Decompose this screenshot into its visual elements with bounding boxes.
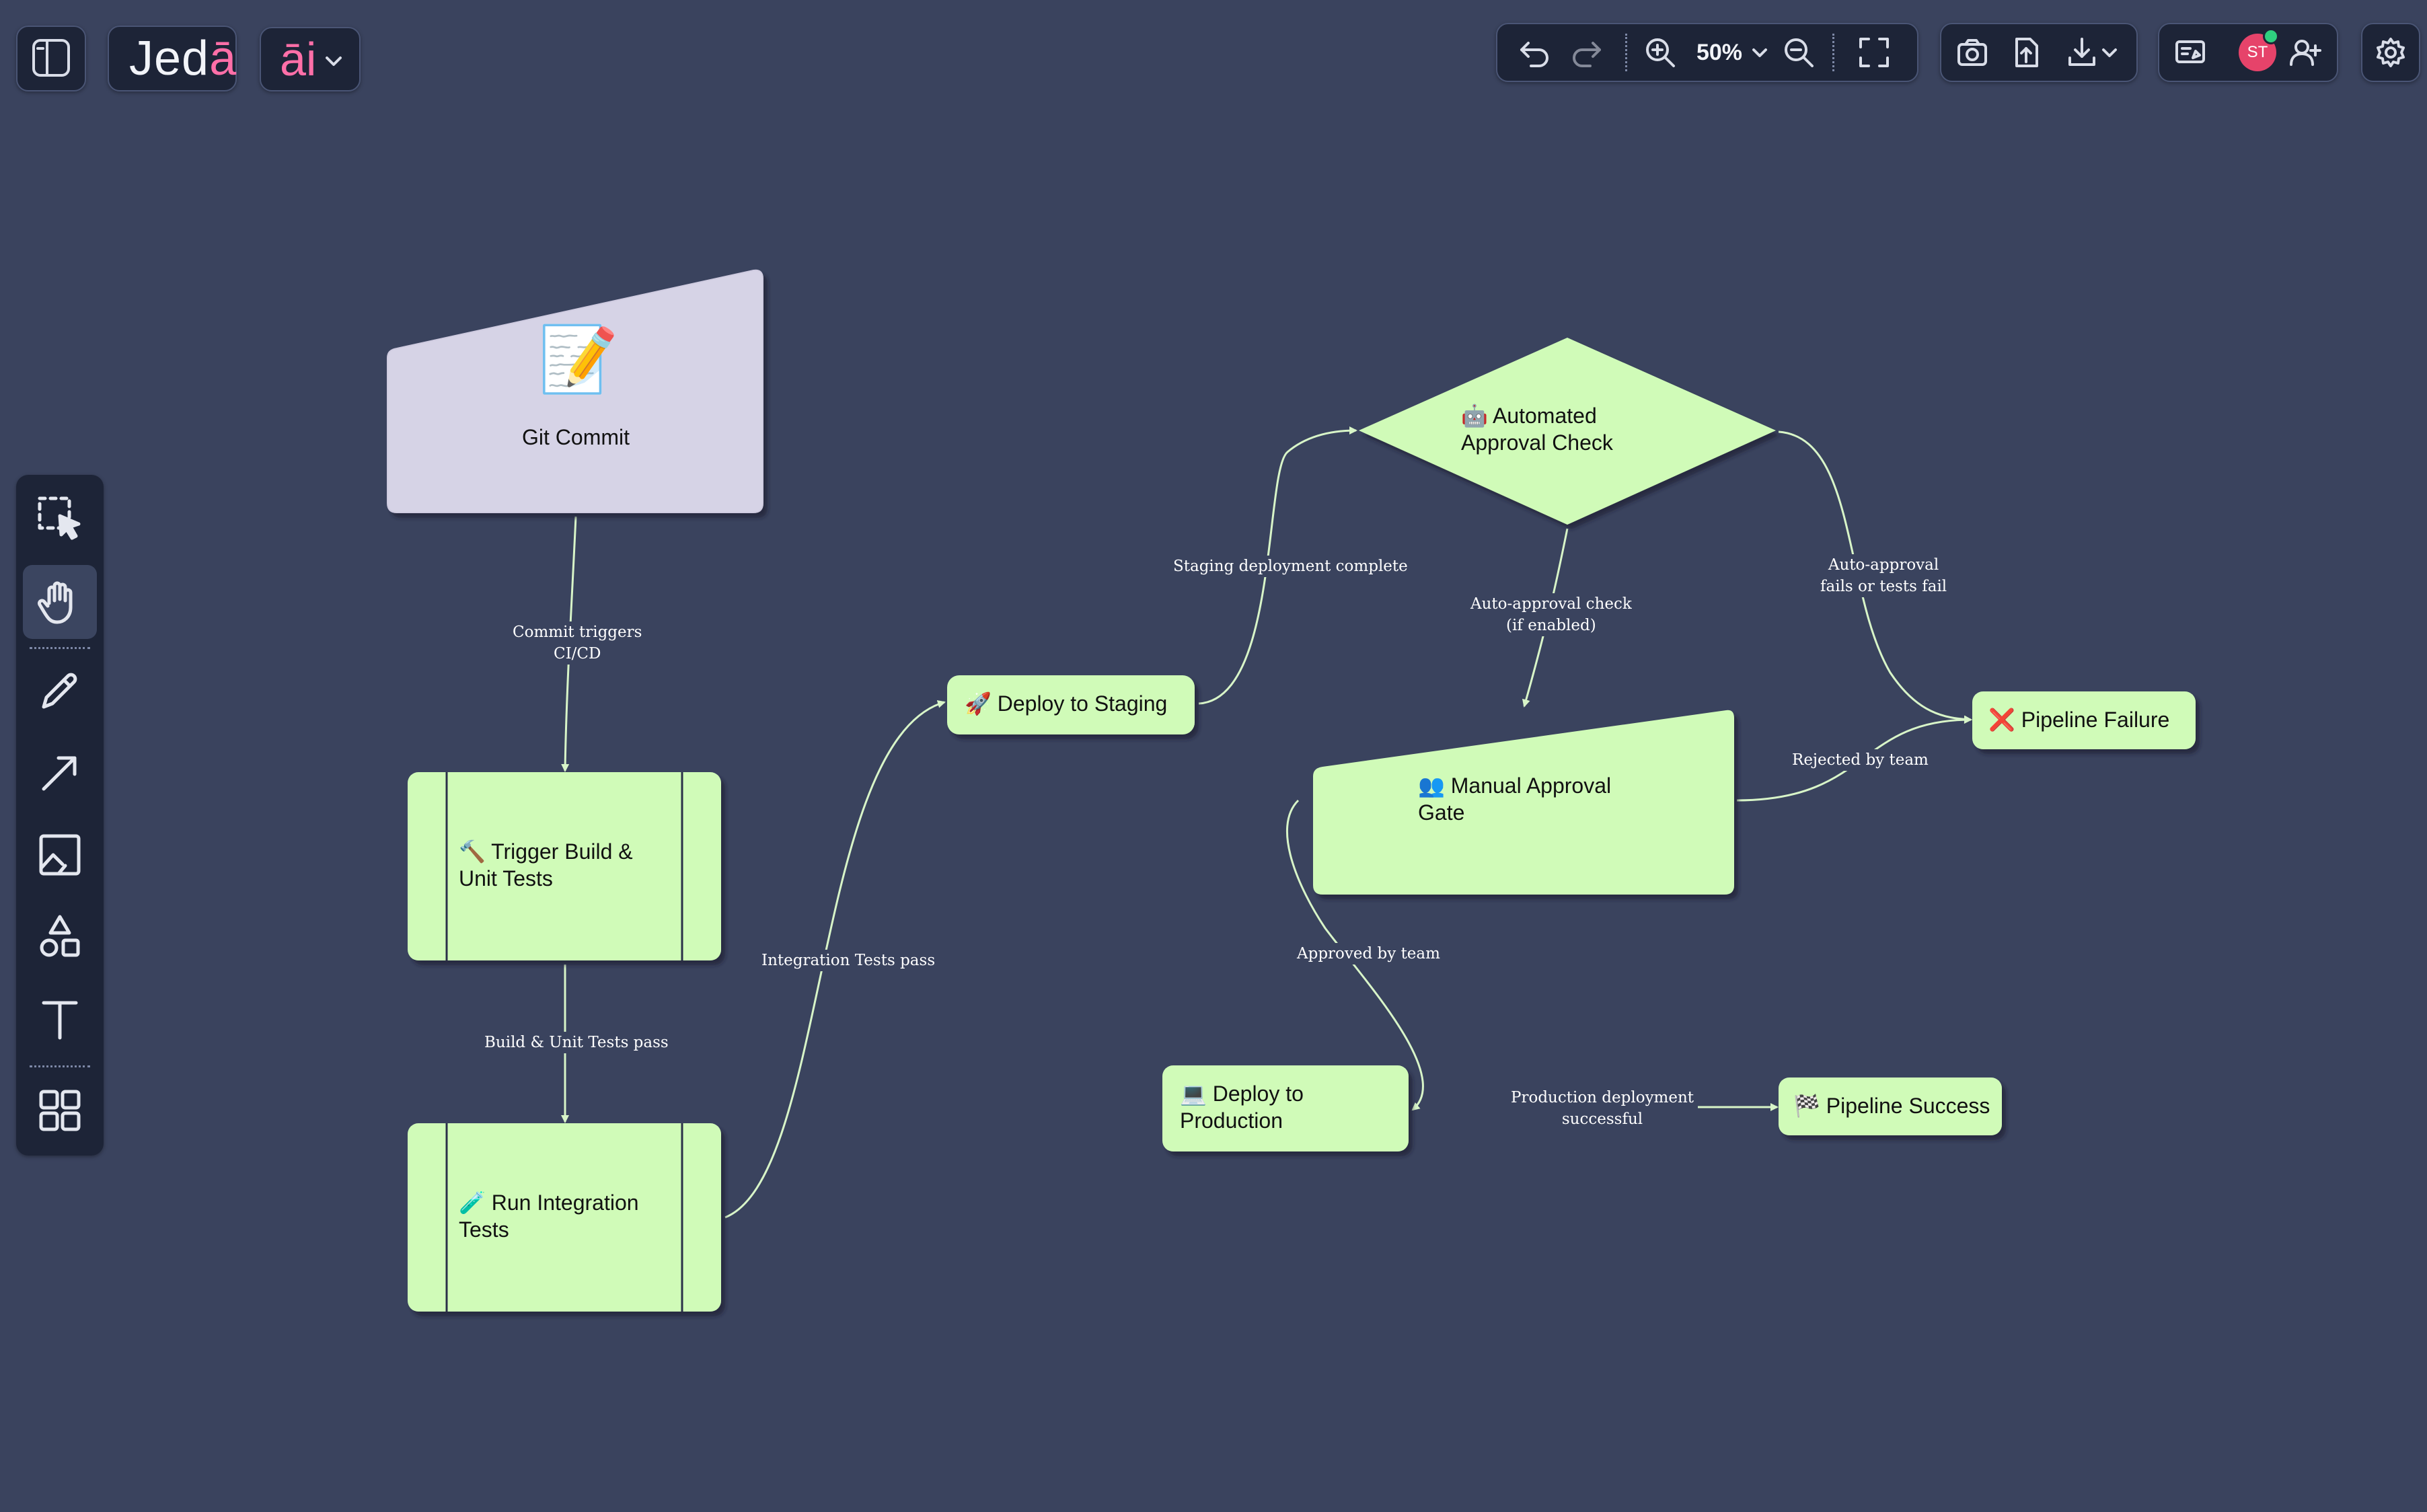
text-tool-button[interactable]	[23, 982, 97, 1056]
chevron-down-icon	[320, 47, 347, 74]
node-git-commit-label: Git Commit	[522, 425, 630, 449]
upload-button[interactable]	[2005, 31, 2048, 74]
zoom-out-button[interactable]	[1777, 31, 1820, 74]
node-pipeline-success-label: 🏁 Pipeline Success	[1793, 1094, 1990, 1118]
git-commit-icon: 📝	[538, 324, 619, 395]
chevron-down-icon	[1749, 42, 1770, 63]
text-icon	[42, 1001, 78, 1040]
settings-button[interactable]	[2361, 23, 2420, 82]
zoom-in-icon	[1646, 38, 1675, 67]
online-status-indicator	[2263, 28, 2279, 44]
toolbar-divider	[30, 1065, 90, 1067]
presentation-button[interactable]	[2169, 31, 2212, 74]
hand-icon	[38, 581, 73, 624]
redo-icon	[1573, 42, 1601, 67]
node-deploy-staging-label: 🚀 Deploy to Staging	[965, 691, 1168, 716]
node-deploy-production-label: 💻 Deploy to Production	[1180, 1082, 1304, 1133]
redo-button[interactable]	[1565, 31, 1608, 74]
undo-button[interactable]	[1514, 31, 1557, 74]
templates-tool-button[interactable]	[23, 1073, 97, 1147]
node-auto-approval-label: 🤖 Automated Approval Check	[1461, 404, 1613, 455]
edge-label-build-pass: Build & Unit Tests pass	[480, 1032, 673, 1053]
zoom-out-icon	[1785, 38, 1814, 67]
sidebar-panel-icon	[27, 34, 75, 82]
history-zoom-toolbar: 50%	[1496, 23, 1918, 82]
node-manual-gate-label: 👥 Manual Approval Gate	[1418, 773, 1612, 825]
image-icon	[39, 834, 81, 876]
edge-label-auto-check: Auto-approval check (if enabled)	[1466, 593, 1636, 636]
tools-toolbar	[16, 475, 104, 1156]
arrow-icon	[42, 756, 77, 791]
brand-name: Jedā	[129, 32, 237, 85]
add-user-icon	[2290, 40, 2321, 66]
collaboration-toolbar: ST	[2158, 23, 2338, 82]
chevron-down-icon	[2102, 48, 2117, 57]
shapes-icon	[40, 915, 80, 957]
toolbar-divider	[1832, 34, 1834, 71]
screenshot-button[interactable]	[1951, 31, 1994, 74]
fullscreen-icon	[1859, 38, 1889, 67]
edge-label-commit-triggers: Commit triggers CI/CD	[509, 621, 646, 665]
brand-logo[interactable]: Jedā	[108, 26, 237, 91]
toolbar-divider	[30, 647, 90, 649]
ai-menu-button[interactable]: āi	[260, 27, 361, 91]
hand-tool-button[interactable]	[23, 565, 97, 639]
node-run-integration-label: 🧪 Run Integration Tests	[459, 1190, 639, 1242]
camera-icon	[1957, 39, 1987, 66]
diagram-canvas[interactable]	[0, 0, 2427, 1512]
fit-to-screen-button[interactable]	[1853, 31, 1896, 74]
presentation-icon	[2175, 40, 2205, 63]
pen-tool-button[interactable]	[23, 654, 97, 728]
image-tool-button[interactable]	[23, 818, 97, 892]
gear-icon	[2369, 31, 2412, 74]
grid-icon	[39, 1090, 81, 1131]
edge-label-rejected: Rejected by team	[1788, 749, 1933, 771]
node-trigger-build-label: 🔨 Trigger Build & Unit Tests	[459, 839, 633, 891]
download-icon	[2068, 38, 2095, 66]
export-toolbar	[1940, 23, 2138, 82]
sidebar-toggle-button[interactable]	[16, 26, 86, 91]
edge-label-auto-fail: Auto-approval fails or tests fail	[1816, 554, 1951, 597]
edge-label-prod-success: Production deployment successful	[1507, 1087, 1698, 1130]
edge-label-integration-pass: Integration Tests pass	[757, 950, 940, 971]
upload-icon	[2015, 38, 2038, 67]
edge-label-staging-complete: Staging deployment complete	[1169, 556, 1412, 577]
zoom-level-value: 50%	[1696, 40, 1743, 65]
ai-label: āi	[280, 33, 317, 85]
select-tool-button[interactable]	[23, 482, 97, 556]
download-dropdown[interactable]	[2057, 31, 2127, 74]
invite-user-button[interactable]	[2284, 31, 2327, 74]
node-pipeline-failure-label: ❌ Pipeline Failure	[1988, 708, 2170, 732]
pencil-icon	[42, 673, 77, 709]
zoom-in-button[interactable]	[1639, 31, 1682, 74]
selection-cursor-icon	[38, 496, 81, 540]
edge-label-approved: Approved by team	[1293, 943, 1444, 965]
toolbar-divider	[1625, 34, 1627, 71]
zoom-level-dropdown[interactable]: 50%	[1692, 32, 1773, 73]
shapes-tool-button[interactable]	[23, 900, 97, 974]
undo-icon	[1520, 42, 1548, 67]
arrow-tool-button[interactable]	[23, 736, 97, 810]
